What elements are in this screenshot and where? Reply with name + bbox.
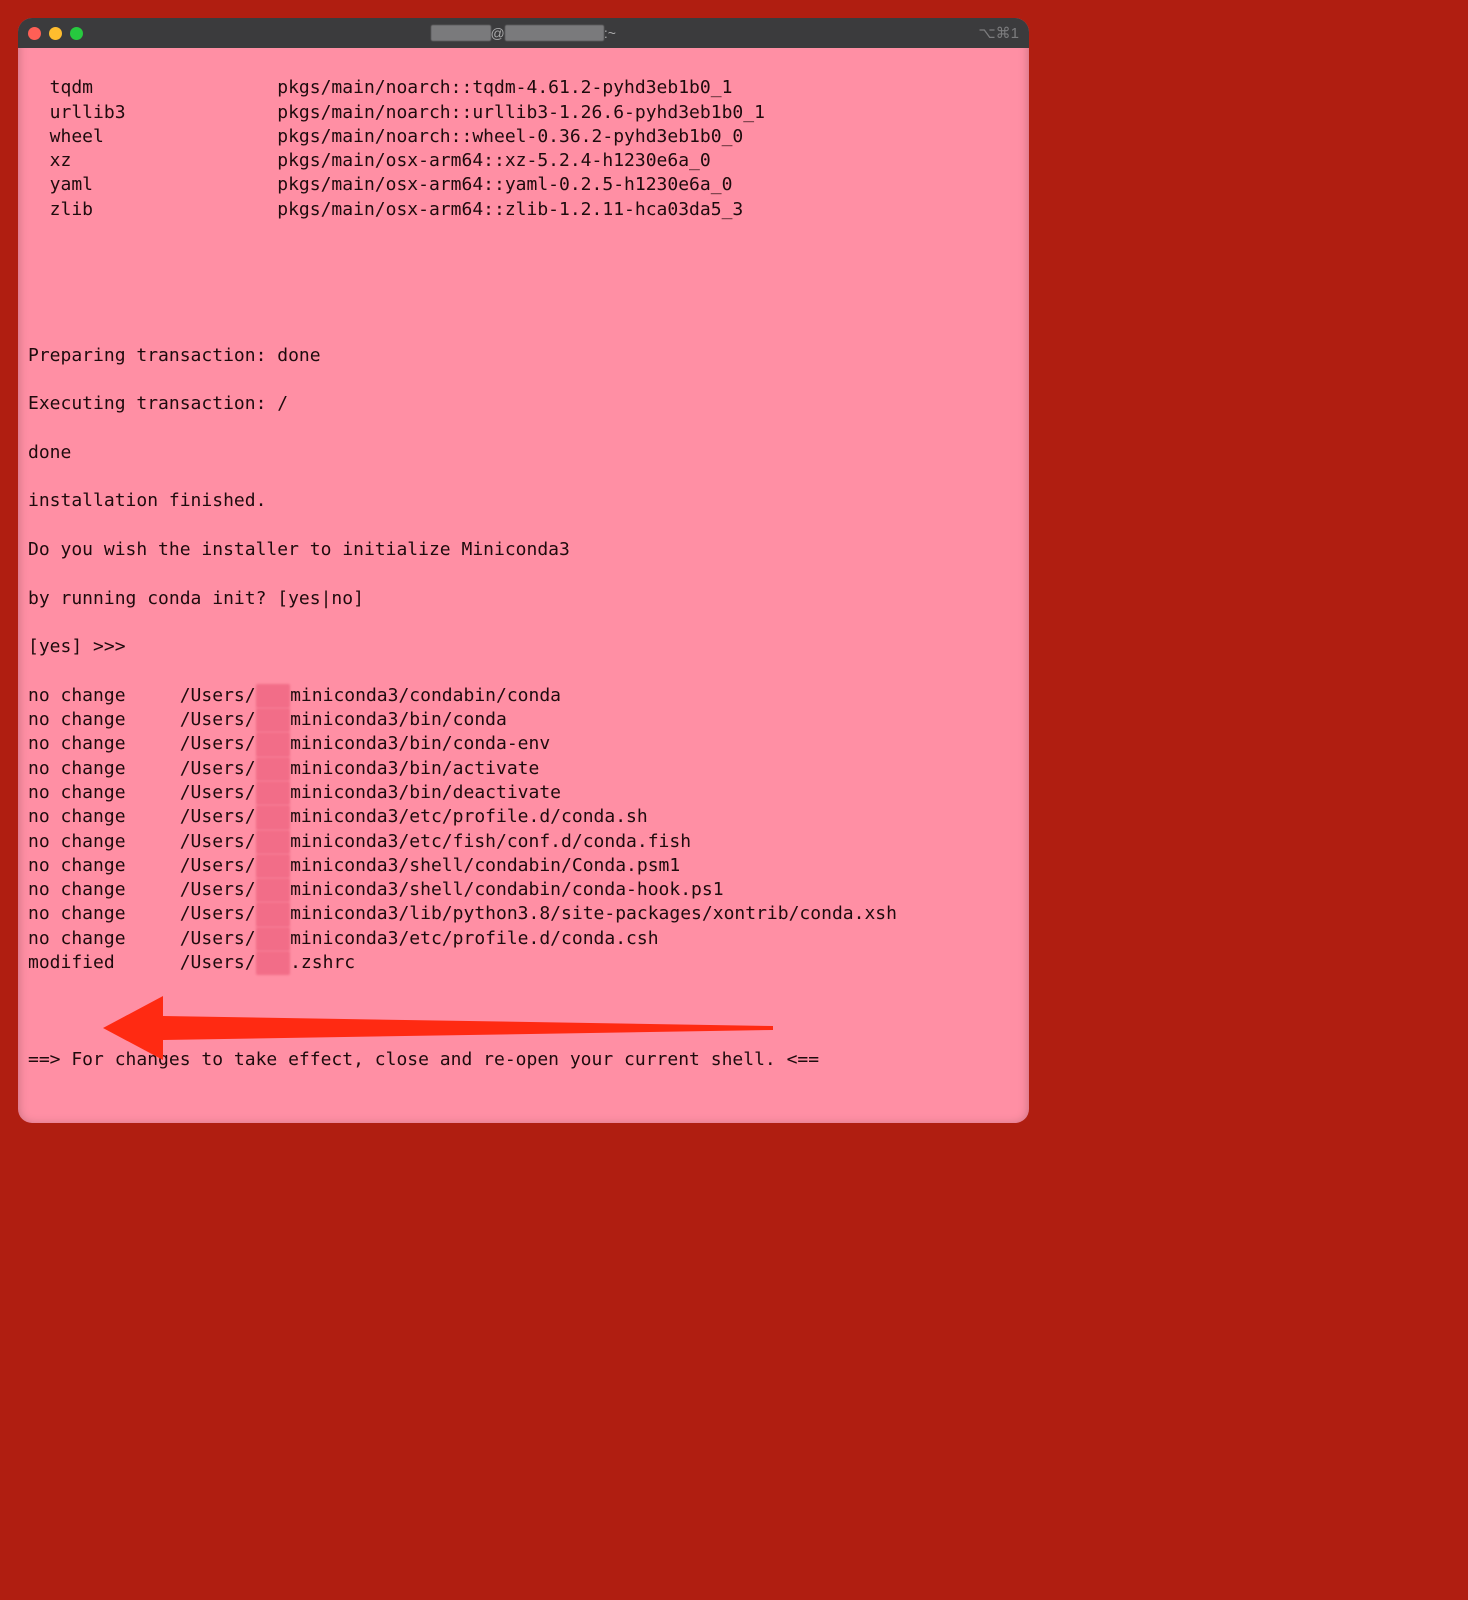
user-redacted: ███ (256, 684, 291, 708)
conda-init-line: no change /Users/███miniconda3/bin/deact… (28, 781, 1019, 805)
effect-line: ==> For changes to take effect, close an… (28, 1048, 1019, 1072)
title-user-redacted: ██████ (431, 25, 491, 41)
conda-init-line: no change /Users/███miniconda3/etc/profi… (28, 927, 1019, 951)
tab-shortcut-hint: ⌥⌘1 (978, 24, 1019, 42)
finished-line: installation finished. (28, 489, 1019, 513)
package-line: urllib3 pkgs/main/noarch::urllib3-1.26.6… (28, 101, 1019, 125)
done-line: done (28, 441, 1019, 465)
conda-init-line: no change /Users/███miniconda3/etc/fish/… (28, 830, 1019, 854)
user-redacted: ███ (256, 805, 291, 829)
package-line: tqdm pkgs/main/noarch::tqdm-4.61.2-pyhd3… (28, 76, 1019, 100)
init-question-line-2: by running conda init? [yes|no] (28, 587, 1019, 611)
yes-prompt-line: [yes] >>> (28, 635, 1019, 659)
window-title: ██████@██████████:~ (18, 25, 1029, 41)
conda-init-line: modified /Users/███.zshrc (28, 951, 1019, 975)
title-host-redacted: ██████████ (505, 25, 604, 41)
conda-init-line: no change /Users/███miniconda3/etc/profi… (28, 805, 1019, 829)
preparing-line: Preparing transaction: done (28, 344, 1019, 368)
titlebar: ██████@██████████:~ ⌥⌘1 (18, 18, 1029, 48)
minimize-button[interactable] (49, 27, 62, 40)
user-redacted: ███ (256, 854, 291, 878)
package-line: wheel pkgs/main/noarch::wheel-0.36.2-pyh… (28, 125, 1019, 149)
conda-init-line: no change /Users/███miniconda3/bin/conda (28, 708, 1019, 732)
conda-init-line: no change /Users/███miniconda3/bin/conda… (28, 732, 1019, 756)
init-results: no change /Users/███miniconda3/condabin/… (28, 684, 1019, 976)
init-question-line-1: Do you wish the installer to initialize … (28, 538, 1019, 562)
user-redacted: ███ (256, 708, 291, 732)
traffic-lights (28, 27, 83, 40)
conda-init-line: no change /Users/███miniconda3/bin/activ… (28, 757, 1019, 781)
conda-init-line: no change /Users/███miniconda3/shell/con… (28, 878, 1019, 902)
conda-init-line: no change /Users/███miniconda3/lib/pytho… (28, 902, 1019, 926)
blank-line (28, 295, 1019, 319)
zoom-button[interactable] (70, 27, 83, 40)
user-redacted: ███ (256, 732, 291, 756)
package-line: xz pkgs/main/osx-arm64::xz-5.2.4-h1230e6… (28, 149, 1019, 173)
user-redacted: ███ (256, 927, 291, 951)
user-redacted: ███ (256, 902, 291, 926)
user-redacted: ███ (256, 757, 291, 781)
user-redacted: ███ (256, 830, 291, 854)
conda-init-line: no change /Users/███miniconda3/shell/con… (28, 854, 1019, 878)
close-button[interactable] (28, 27, 41, 40)
package-line: yaml pkgs/main/osx-arm64::yaml-0.2.5-h12… (28, 173, 1019, 197)
conda-init-line: no change /Users/███miniconda3/condabin/… (28, 684, 1019, 708)
blank-line (28, 246, 1019, 270)
terminal-window: ██████@██████████:~ ⌥⌘1 tqdm pkgs/main/n… (18, 18, 1029, 1123)
executing-line: Executing transaction: / (28, 392, 1019, 416)
blank-line (28, 1097, 1019, 1121)
blank-line (28, 1000, 1019, 1024)
terminal-body[interactable]: tqdm pkgs/main/noarch::tqdm-4.61.2-pyhd3… (18, 48, 1029, 1123)
user-redacted: ███ (256, 951, 291, 975)
package-list: tqdm pkgs/main/noarch::tqdm-4.61.2-pyhd3… (28, 76, 1019, 222)
user-redacted: ███ (256, 781, 291, 805)
package-line: zlib pkgs/main/osx-arm64::zlib-1.2.11-hc… (28, 198, 1019, 222)
user-redacted: ███ (256, 878, 291, 902)
